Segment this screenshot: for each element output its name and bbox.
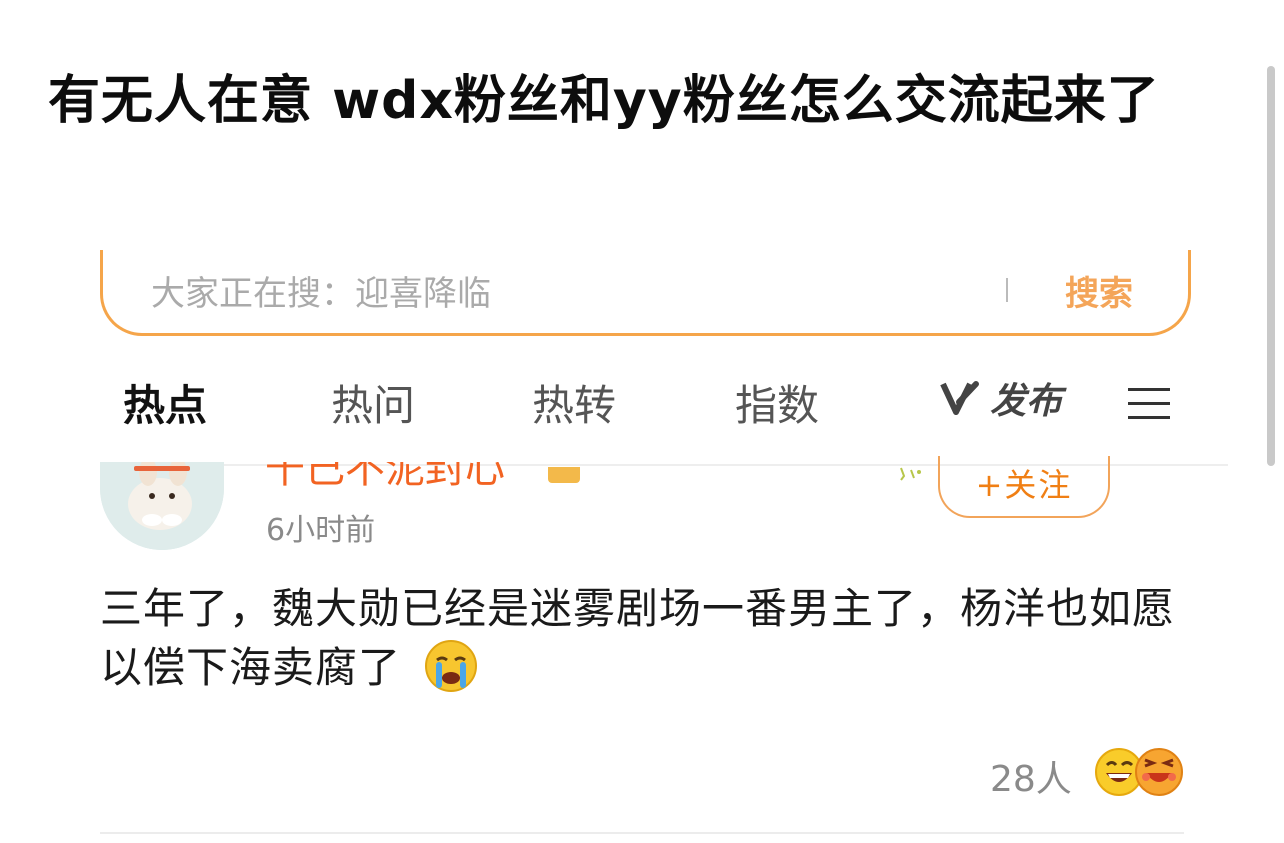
username-link[interactable]: 千己不泥封心 <box>265 462 595 488</box>
search-bar[interactable]: 大家正在搜：迎喜降临 搜索 <box>100 250 1191 336</box>
tab-bar: 热点 热问 热转 指数 发布 <box>0 368 1284 438</box>
tab-index[interactable]: 指数 <box>735 372 819 433</box>
embedded-app-screenshot: 大家正在搜：迎喜降临 搜索 热点 热问 热转 指数 发布 千己不泥封心 6小时前… <box>0 250 1284 843</box>
avatar[interactable] <box>100 462 224 550</box>
v-logo-icon <box>940 381 979 415</box>
tab-hot-reposts[interactable]: 热转 <box>532 372 616 433</box>
search-placeholder: 大家正在搜：迎喜降临 <box>151 274 491 314</box>
likes-count[interactable]: 28人 <box>990 750 1072 802</box>
rabbit-avatar-image <box>100 462 224 550</box>
card-bottom-divider <box>100 832 1184 834</box>
post-title: 有无人在意 wdx粉丝和yy粉丝怎么交流起来了 <box>48 71 1160 131</box>
crying-face-icon <box>425 640 478 692</box>
post-timestamp: 6小时前 <box>266 513 376 548</box>
member-badge-icon <box>548 467 580 483</box>
post-text: 三年了，魏大勋已经是迷雾剧场一番男主了，杨洋也如愿以偿下海卖腐了 <box>100 584 1176 692</box>
publish-label: 发布 <box>990 381 1063 422</box>
username: 千己不泥封心 <box>265 462 505 488</box>
tab-hot-questions[interactable]: 热问 <box>331 372 415 433</box>
post-card: 千己不泥封心 6小时前 +关注 三年了，魏大勋已经是迷雾剧场一番男主了，杨洋也如… <box>0 456 1284 843</box>
laughing-face-icon[interactable] <box>1134 747 1184 797</box>
menu-icon[interactable] <box>1128 386 1170 422</box>
sparkle-icon <box>900 467 921 481</box>
publish-button[interactable]: 发布 <box>940 372 1062 424</box>
tab-hot[interactable]: 热点 <box>123 372 207 433</box>
search-divider <box>1006 278 1008 302</box>
search-button[interactable]: 搜索 <box>1065 266 1133 315</box>
follow-button[interactable]: +关注 <box>938 456 1110 518</box>
post-body: 三年了，魏大勋已经是迷雾剧场一番男主了，杨洋也如愿以偿下海卖腐了 <box>100 580 1180 697</box>
